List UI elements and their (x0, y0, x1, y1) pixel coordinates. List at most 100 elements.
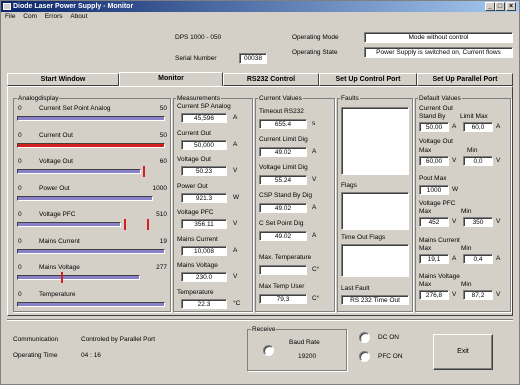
flags-label: Flags (341, 182, 357, 189)
analog-min-label: 0 (18, 105, 22, 112)
faults-title: Faults (340, 95, 360, 102)
measurement-label: Temperature (177, 288, 214, 296)
tab-rs232-control[interactable]: RS232 Control (223, 73, 319, 86)
analog-max-label: 50 (159, 131, 167, 139)
measurement-unit: W (233, 193, 240, 201)
analog-channel-label: Current Set Point Analog (39, 105, 111, 112)
analog-min-label: 0 (18, 264, 22, 271)
analog-channel-label: Current Out (39, 131, 73, 139)
measurement-value: 50,000 (181, 139, 227, 150)
operating-time-label: Operating Time (13, 352, 58, 359)
measurement-unit: A (233, 114, 238, 121)
default-vpfc-min-unit: V (496, 218, 501, 225)
menu-errors[interactable]: Errors (45, 13, 63, 20)
max-temp-user-label: Max Temp User (259, 283, 305, 290)
default-mc-max-label: Max (419, 245, 432, 252)
analog-max-label: 60 (159, 158, 167, 165)
default-vo-min-unit: V (496, 157, 501, 164)
max-temperature-unit: C° (312, 266, 320, 273)
minimize-button[interactable]: _ (485, 2, 495, 11)
pfc-on-label: PFC ON (378, 353, 403, 360)
default-mc-max-value[interactable]: 19,1 (419, 254, 449, 264)
current-value-unit: A (312, 148, 317, 155)
measurement-value: 356.11 (181, 219, 227, 229)
main-window: Diode Laser Power Supply - Monitor _ □ ×… (0, 0, 520, 385)
flags-list[interactable] (341, 192, 409, 230)
serial-number-label: Serial Number (175, 55, 217, 62)
analog-level-bar (17, 301, 165, 307)
measurement-label: Power Out (177, 182, 208, 190)
analog-min-label: 0 (18, 211, 22, 218)
default-vo-max-label: Max (419, 147, 432, 154)
current-value-unit: s (312, 120, 316, 127)
maximize-button[interactable]: □ (495, 2, 505, 11)
receive-indicator (263, 345, 274, 356)
current-values-title: Current Values (258, 95, 303, 102)
default-limit-max-value[interactable]: 60,0 (463, 122, 493, 132)
default-vo-max-value[interactable]: 60,00 (419, 156, 449, 166)
current-value-unit: A (312, 204, 317, 211)
default-vpfc-max-value[interactable]: 452 (419, 217, 449, 227)
default-mc-min-label: Min (461, 245, 472, 252)
current-value-label: Current Limit Dig (259, 136, 308, 143)
tab-monitor[interactable]: Monitor (119, 72, 223, 86)
current-value-label: C Set Point Dig (259, 220, 304, 227)
analog-channel-label: Power Out (39, 184, 70, 192)
app-icon[interactable] (3, 3, 11, 10)
close-button[interactable]: × (506, 2, 516, 11)
menu-about[interactable]: About (70, 13, 87, 20)
default-mv-max-value[interactable]: 276,8 (419, 290, 449, 300)
measurements-title: Measurements (176, 95, 221, 102)
pfc-on-indicator (359, 351, 370, 362)
tab-set-up-parallel-port[interactable]: Set Up Parallel Port (417, 73, 513, 86)
analog-level-bar (17, 222, 121, 227)
current-value-field: 55.24 (259, 175, 307, 185)
measurement-unit: V (233, 273, 238, 280)
default-mv-min-value[interactable]: 87,2 (463, 290, 493, 300)
receive-group (247, 329, 347, 371)
max-temp-user-input[interactable]: 79,3 (259, 294, 307, 304)
analog-limit-marker (147, 219, 149, 230)
default-vpfc-min-label: Min (461, 208, 472, 215)
default-mc-min-value[interactable]: 0,4 (463, 254, 493, 264)
baud-rate-label: Baud Rate (289, 339, 320, 346)
measurement-value: 10,008 (181, 245, 227, 256)
title-bar[interactable]: Diode Laser Power Supply - Monitor (1, 1, 519, 12)
communication-value: Controled by Parallel Port (81, 336, 156, 343)
default-vo-min-value[interactable]: 0,0 (463, 156, 493, 166)
exit-button[interactable]: Exit (433, 334, 493, 370)
menu-file[interactable]: File (5, 13, 15, 20)
default-standby-label: Stand By (419, 113, 446, 120)
dc-on-label: DC ON (378, 334, 399, 341)
measurement-label: Voltage PFC (177, 209, 214, 216)
current-value-label: Timeout RS232 (259, 108, 304, 115)
default-standby-value[interactable]: 50,00 (419, 122, 449, 132)
tab-set-up-control-port[interactable]: Set Up Control Port (319, 73, 417, 86)
default-pout-label: Pout Max (419, 175, 447, 182)
model-label: DPS 1000 - 050 (175, 34, 222, 41)
analog-min-label: 0 (18, 158, 22, 165)
analog-channel-label: Mains Voltage (39, 264, 80, 271)
measurement-value: 230.0 (181, 272, 227, 282)
measurement-value: 22.3 (181, 298, 227, 309)
time-out-flags-list[interactable] (341, 244, 409, 277)
tab-start-window[interactable]: Start Window (7, 73, 119, 86)
default-limit-max-unit: A (496, 123, 501, 130)
menu-com[interactable]: Com (23, 13, 37, 20)
analog-min-label: 0 (18, 237, 22, 245)
analog-min-label: 0 (18, 184, 22, 192)
measurement-value: 50.23 (181, 166, 227, 176)
measurement-label: Mains Voltage (177, 262, 218, 269)
analog-limit-marker (124, 219, 126, 230)
default-vpfc-max-unit: V (452, 218, 457, 225)
current-value-field: 49.02 (259, 147, 307, 157)
analog-level-bar (17, 142, 165, 148)
operating-mode-value: Mode without control (364, 32, 513, 43)
default-vpfc-min-value[interactable]: 350 (463, 217, 493, 227)
default-pout-value[interactable]: 1000 (419, 185, 449, 195)
analog-level-bar (17, 248, 165, 254)
default-limit-max-label: Limit Max (460, 113, 488, 120)
measurement-label: Current Out (177, 129, 211, 137)
max-temperature-value (259, 265, 307, 275)
faults-list[interactable] (341, 107, 409, 175)
